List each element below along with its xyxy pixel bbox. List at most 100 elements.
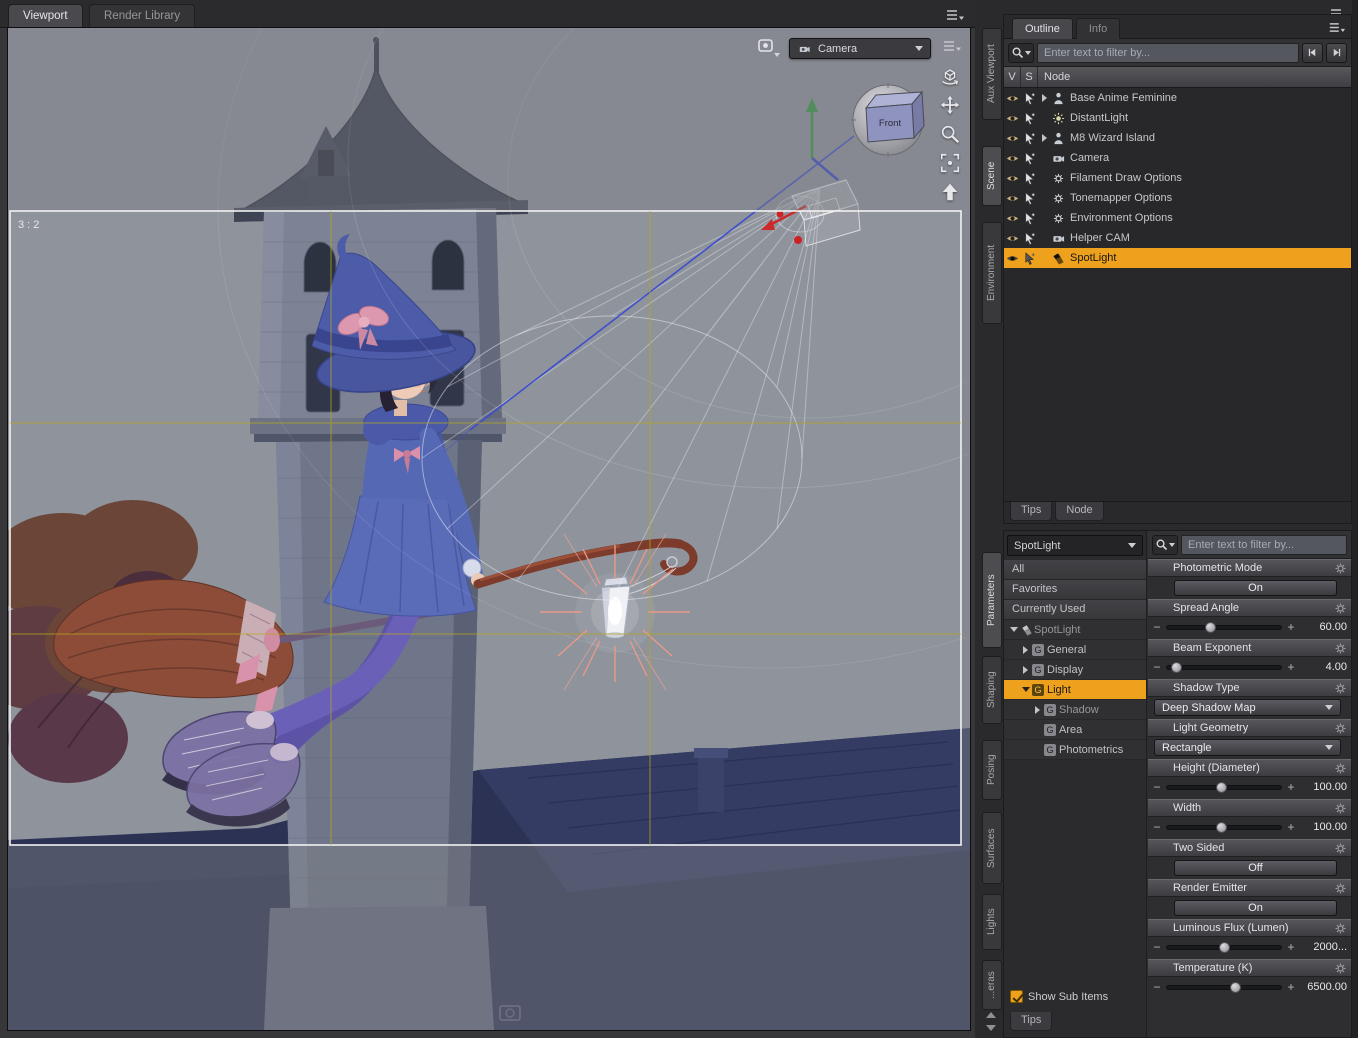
expand-arrow-icon[interactable] [1020,665,1031,674]
visibility-eye-icon[interactable] [1004,212,1021,225]
param-list-all[interactable]: All [1004,560,1146,580]
dock-tab-shaping[interactable]: Shaping [982,656,1002,724]
slider-value[interactable]: 60.00 [1300,621,1347,633]
gear-icon[interactable] [1334,642,1347,655]
param-tree-general[interactable]: General [1004,640,1146,660]
selection-pointer-icon[interactable] [1021,112,1038,125]
scene-node-row-selected[interactable]: SpotLight [1004,248,1351,268]
param-tree-photometrics[interactable]: Photometrics [1004,740,1146,760]
tab-tips[interactable]: Tips [1010,502,1053,521]
expand-arrow-icon[interactable] [1038,134,1050,142]
slider-track[interactable] [1166,981,1282,993]
column-node[interactable]: Node [1038,67,1351,87]
tab-node[interactable]: Node [1055,502,1104,521]
expand-arrow-icon[interactable] [1032,705,1043,714]
slider-track[interactable] [1166,781,1282,793]
tab-viewport[interactable]: Viewport [8,4,83,28]
next-selection-button[interactable] [1326,42,1347,63]
toggle-button[interactable]: Off [1174,860,1337,876]
visibility-eye-icon[interactable] [1004,152,1021,165]
slider-knob[interactable] [1230,981,1242,993]
dropdown[interactable]: Deep Shadow Map [1154,699,1341,716]
scene-filter-input[interactable] [1037,42,1299,63]
gear-icon[interactable] [1334,722,1347,735]
property-header[interactable]: Beam Exponent [1148,639,1351,657]
scene-node-row[interactable]: Camera [1004,148,1351,168]
collapse-arrow-icon[interactable] [1020,687,1031,692]
dock-tab-posing[interactable]: Posing [982,740,1002,800]
decrement-button[interactable] [1152,778,1162,796]
slider-knob[interactable] [1215,781,1227,793]
selection-pointer-icon[interactable] [1021,212,1038,225]
visibility-eye-icon[interactable] [1004,192,1021,205]
param-tree-spotlight[interactable]: SpotLight [1004,620,1146,640]
property-header[interactable]: Two Sided [1148,839,1351,857]
scene-node-row[interactable]: Filament Draw Options [1004,168,1351,188]
property-header[interactable]: Shadow Type [1148,679,1351,697]
property-header[interactable]: Luminous Flux (Lumen) [1148,919,1351,937]
parameters-filter-input[interactable] [1181,534,1347,555]
selection-pointer-icon[interactable] [1021,192,1038,205]
expand-arrow-icon[interactable] [1038,94,1050,102]
scene-node-row[interactable]: Environment Options [1004,208,1351,228]
param-list-favorites[interactable]: Favorites [1004,580,1146,600]
prev-selection-button[interactable] [1302,42,1323,63]
selection-pointer-icon[interactable] [1021,132,1038,145]
visibility-eye-icon[interactable] [1004,252,1021,265]
viewport-options-icon[interactable] [942,38,962,54]
slider-track[interactable] [1166,821,1282,833]
camera-selector[interactable]: Camera [789,38,931,59]
gear-icon[interactable] [1334,682,1347,695]
gear-icon[interactable] [1334,922,1347,935]
visibility-eye-icon[interactable] [1004,112,1021,125]
scene-node-row[interactable]: DistantLight [1004,108,1351,128]
tab-info[interactable]: Info [1075,18,1121,39]
scene-node-row[interactable]: M8 Wizard Island [1004,128,1351,148]
visibility-eye-icon[interactable] [1004,172,1021,185]
gear-icon[interactable] [1334,602,1347,615]
column-selectable[interactable]: S [1021,67,1038,87]
visibility-eye-icon[interactable] [1004,232,1021,245]
slider-value[interactable]: 100.00 [1300,781,1347,793]
slider-value[interactable]: 6500.00 [1300,981,1347,993]
increment-button[interactable] [1286,778,1296,796]
increment-button[interactable] [1286,618,1296,636]
decrement-button[interactable] [1152,938,1162,956]
dock-tab-parameters[interactable]: Parameters [982,552,1002,648]
toggle-button[interactable]: On [1174,580,1337,596]
selection-pointer-icon[interactable] [1021,172,1038,185]
search-icon[interactable] [1152,534,1178,555]
property-header[interactable]: Temperature (K) [1148,959,1351,977]
decrement-button[interactable] [1152,658,1162,676]
param-list-currently-used[interactable]: Currently Used [1004,600,1146,620]
slider-knob[interactable] [1205,621,1217,633]
visibility-eye-icon[interactable] [1004,92,1021,105]
slider-value[interactable]: 100.00 [1300,821,1347,833]
scene-node-row[interactable]: Base Anime Feminine [1004,88,1351,108]
scene-panel-options-icon[interactable] [1328,20,1346,34]
param-tree-display[interactable]: Display [1004,660,1146,680]
dock-tab-cameras[interactable]: ...eras [982,960,1002,1010]
tab-outline[interactable]: Outline [1012,18,1073,39]
dock-tab-aux-viewport[interactable]: Aux Viewport [982,28,1002,120]
slider-knob[interactable] [1215,821,1227,833]
property-header[interactable]: Spread Angle [1148,599,1351,617]
dock-tab-environment[interactable]: Environment [982,222,1002,324]
gear-icon[interactable] [1334,842,1347,855]
gear-icon[interactable] [1334,562,1347,575]
selection-pointer-icon[interactable] [1021,232,1038,245]
selection-pointer-icon[interactable] [1021,252,1038,265]
decrement-button[interactable] [1152,618,1162,636]
gear-icon[interactable] [1334,962,1347,975]
visibility-eye-icon[interactable] [1004,132,1021,145]
viewport-widget-icon[interactable] [755,36,783,60]
dropdown[interactable]: Rectangle [1154,739,1341,756]
increment-button[interactable] [1286,818,1296,836]
param-tree-shadow[interactable]: Shadow [1004,700,1146,720]
param-tree-area[interactable]: Area [1004,720,1146,740]
tab-scroll-up-button[interactable] [984,1010,998,1020]
pan-tool-icon[interactable] [938,93,962,117]
increment-button[interactable] [1286,938,1296,956]
property-header[interactable]: Width [1148,799,1351,817]
show-sub-items-checkbox[interactable] [1010,990,1023,1003]
